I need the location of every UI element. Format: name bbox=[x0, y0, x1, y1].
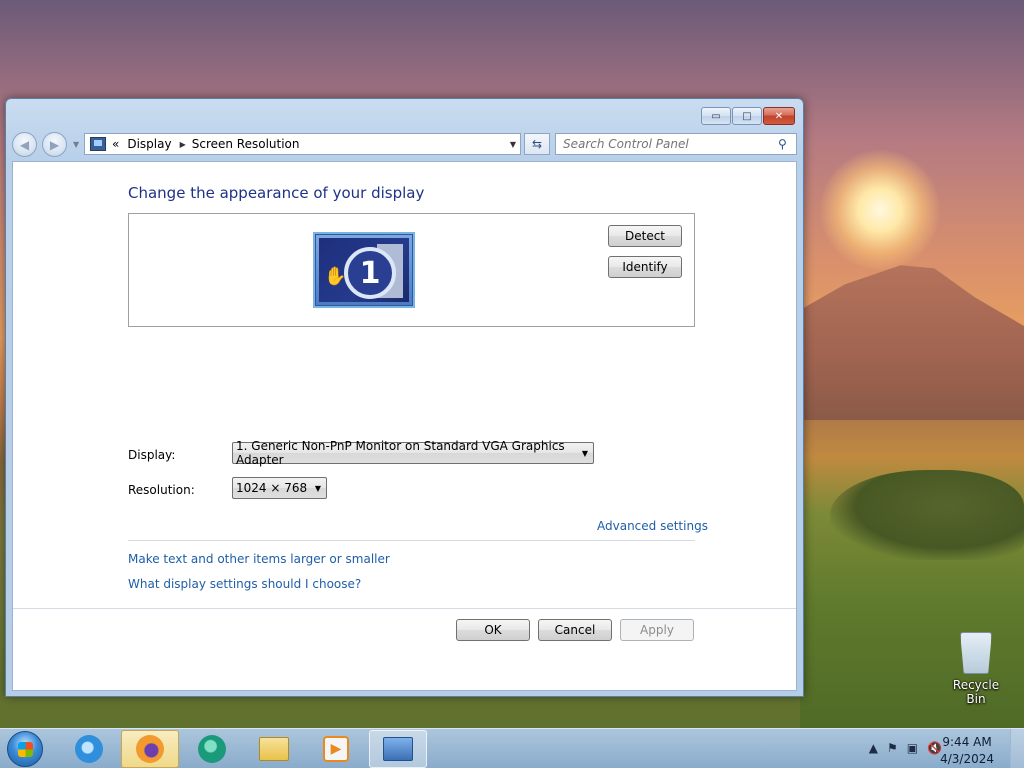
clock[interactable]: 9:44 AM 4/3/2024 bbox=[940, 734, 994, 768]
cancel-button[interactable]: Cancel bbox=[538, 619, 612, 641]
network-disconnected-icon[interactable]: ▣ bbox=[907, 741, 918, 755]
search-icon[interactable]: ⚲ bbox=[778, 137, 796, 151]
control-panel-icon bbox=[383, 737, 413, 761]
desktop-icon-label: Recycle Bin bbox=[952, 678, 1000, 706]
caption-buttons: ▭ □ ✕ bbox=[700, 107, 795, 125]
content-pane: Change the appearance of your display 1 … bbox=[12, 161, 797, 691]
taskbar: ▶ ▲ ⚑ ▣ 🔇 9:44 AM 4/3/2024 bbox=[0, 728, 1024, 768]
taskbar-firefox[interactable] bbox=[121, 730, 179, 768]
chat-bubble-icon bbox=[198, 735, 226, 763]
minimize-button[interactable]: ▭ bbox=[701, 107, 731, 125]
monitor-screen: 1 ✋ bbox=[319, 238, 409, 302]
footer-divider bbox=[13, 608, 796, 609]
maximize-icon: □ bbox=[742, 110, 752, 122]
refresh-icon: ⇆ bbox=[531, 137, 543, 151]
section-divider bbox=[128, 540, 695, 541]
hand-cursor-icon: ✋ bbox=[324, 266, 347, 287]
taskbar-file-explorer[interactable] bbox=[245, 730, 303, 768]
apply-button[interactable]: Apply bbox=[620, 619, 694, 641]
resolution-select[interactable]: 1024 × 768 ▼ bbox=[232, 477, 327, 499]
start-button[interactable] bbox=[7, 731, 43, 767]
notification-area: ▲ ⚑ ▣ 🔇 bbox=[860, 741, 942, 755]
recycle-bin-icon bbox=[960, 632, 992, 674]
wallpaper-bushes bbox=[830, 470, 1024, 560]
show-desktop-button[interactable] bbox=[1010, 729, 1024, 768]
display-label: Display: bbox=[128, 448, 176, 462]
monitor-number: 1 bbox=[344, 247, 396, 299]
minimize-icon: ▭ bbox=[711, 110, 721, 122]
show-hidden-icons-icon[interactable]: ▲ bbox=[869, 741, 878, 755]
clock-time: 9:44 AM bbox=[942, 735, 992, 749]
resolution-label: Resolution: bbox=[128, 483, 195, 497]
monitor-preview-box: 1 ✋ Detect Identify bbox=[128, 213, 695, 327]
recent-pages-dropdown[interactable]: ▼ bbox=[73, 140, 79, 149]
display-select[interactable]: 1. Generic Non-PnP Monitor on Standard V… bbox=[232, 439, 594, 467]
close-icon: ✕ bbox=[774, 110, 784, 122]
chevron-down-icon: ▼ bbox=[314, 483, 321, 493]
forward-button[interactable]: ▶ bbox=[42, 132, 67, 157]
firefox-icon bbox=[136, 735, 164, 763]
monitor-1-thumbnail[interactable]: 1 ✋ bbox=[313, 232, 415, 308]
display-help-link[interactable]: What display settings should I choose? bbox=[128, 577, 361, 591]
display-select-value: 1. Generic Non-PnP Monitor on Standard V… bbox=[236, 439, 565, 467]
text-size-link[interactable]: Make text and other items larger or smal… bbox=[128, 552, 390, 566]
navigation-bar: ◀ ▶ ▼ « Display ▶ Screen Resolution ▼ ⇆ … bbox=[12, 131, 797, 157]
chevron-down-icon: ▼ bbox=[581, 448, 588, 458]
folder-icon bbox=[259, 737, 289, 761]
taskbar-media-player[interactable]: ▶ bbox=[307, 730, 365, 768]
address-bar[interactable]: « Display ▶ Screen Resolution ▼ bbox=[84, 133, 521, 155]
clock-date: 4/3/2024 bbox=[940, 752, 994, 766]
search-box: ⚲ bbox=[555, 133, 797, 155]
ok-button[interactable]: OK bbox=[456, 619, 530, 641]
action-center-flag-icon[interactable]: ⚑ bbox=[887, 741, 898, 755]
display-settings-icon bbox=[90, 137, 106, 151]
search-input[interactable] bbox=[556, 137, 778, 151]
wallpaper-sun bbox=[820, 150, 940, 270]
wallpaper-mountain bbox=[800, 265, 1024, 422]
maximize-button[interactable]: □ bbox=[732, 107, 762, 125]
back-button[interactable]: ◀ bbox=[12, 132, 37, 157]
forward-arrow-icon: ▶ bbox=[49, 137, 60, 152]
detect-button[interactable]: Detect bbox=[608, 225, 682, 247]
back-arrow-icon: ◀ bbox=[19, 137, 30, 152]
taskbar-chat-app[interactable] bbox=[183, 730, 241, 768]
advanced-settings-link[interactable]: Advanced settings bbox=[597, 519, 708, 533]
breadcrumb-display[interactable]: Display bbox=[127, 137, 171, 151]
screen-resolution-window: ▭ □ ✕ ◀ ▶ ▼ « Display ▶ Screen Resolutio… bbox=[5, 98, 804, 697]
breadcrumb-chevron-icon[interactable]: ▶ bbox=[180, 140, 186, 149]
page-title: Change the appearance of your display bbox=[128, 184, 425, 202]
identify-button[interactable]: Identify bbox=[608, 256, 682, 278]
refresh-button[interactable]: ⇆ bbox=[524, 133, 550, 155]
resolution-select-value: 1024 × 768 bbox=[236, 481, 308, 495]
taskbar-internet-explorer[interactable] bbox=[60, 730, 118, 768]
breadcrumb-overflow[interactable]: « bbox=[112, 137, 119, 151]
address-dropdown-icon[interactable]: ▼ bbox=[510, 140, 516, 149]
media-player-icon: ▶ bbox=[323, 736, 349, 762]
taskbar-control-panel[interactable] bbox=[369, 730, 427, 768]
breadcrumb-screen-resolution[interactable]: Screen Resolution bbox=[192, 137, 300, 151]
close-button[interactable]: ✕ bbox=[763, 107, 795, 125]
internet-explorer-icon bbox=[75, 735, 103, 763]
desktop-icon-recycle-bin[interactable]: Recycle Bin bbox=[943, 632, 1009, 706]
